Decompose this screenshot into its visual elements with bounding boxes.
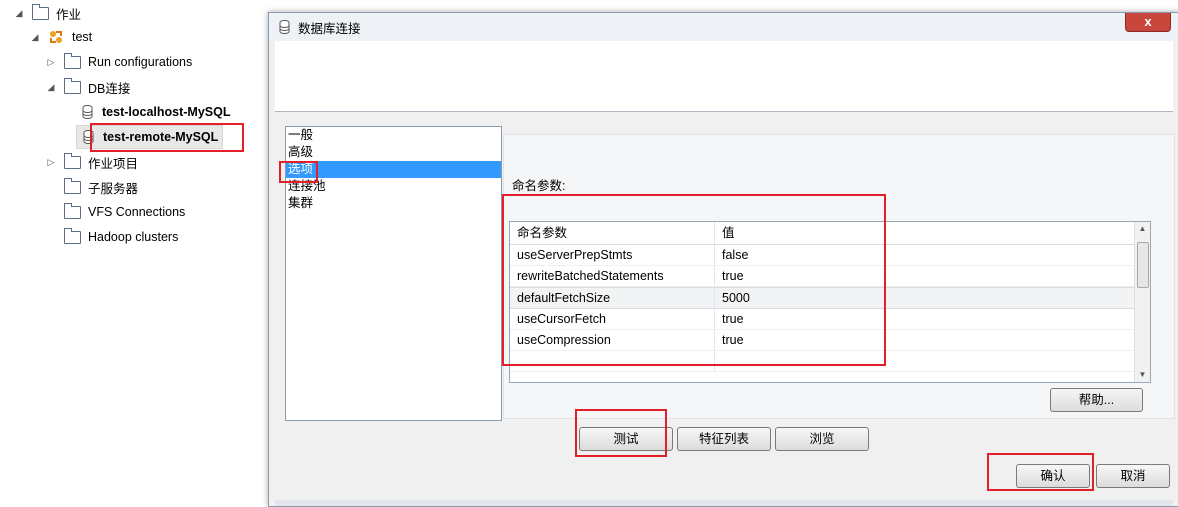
folder-icon — [64, 227, 81, 244]
folder-icon — [64, 152, 81, 169]
feature-list-button[interactable]: 特征列表 — [677, 427, 771, 451]
param-value-cell[interactable]: true — [715, 266, 1150, 286]
table-row[interactable]: rewriteBatchedStatements true — [510, 266, 1150, 287]
table-scrollbar[interactable]: ▲ ▼ — [1134, 222, 1150, 382]
dialog-titlebar[interactable]: 数据库连接 x — [269, 13, 1178, 41]
scroll-thumb[interactable] — [1137, 242, 1149, 288]
tree-item-label: 作业项目 — [88, 156, 139, 171]
tree-item-label: Run configurations — [88, 55, 193, 69]
tree-item-root[interactable]: ◢ 作业 — [14, 2, 81, 24]
tree-item-label: 作业 — [56, 7, 82, 22]
nav-item-advanced[interactable]: 高级 — [286, 144, 501, 161]
scroll-up-icon[interactable]: ▲ — [1135, 222, 1150, 236]
table-row-empty[interactable] — [510, 351, 1150, 372]
param-name-cell[interactable]: defaultFetchSize — [510, 288, 715, 308]
column-header-param[interactable]: 命名参数 — [510, 222, 715, 244]
expand-arrow-icon[interactable]: ◢ — [14, 8, 24, 19]
param-value-cell[interactable]: true — [715, 309, 1150, 329]
ok-button[interactable]: 确认 — [1016, 464, 1090, 488]
nav-item-pooling[interactable]: 连接池 — [286, 178, 501, 195]
folder-icon — [64, 77, 81, 94]
table-row[interactable]: useCompression true — [510, 330, 1150, 351]
tree-item-db-remote[interactable]: test-remote-MySQL — [76, 125, 224, 149]
folder-icon — [64, 52, 81, 69]
tree-item-label: Hadoop clusters — [88, 230, 179, 244]
column-header-value[interactable]: 值 — [715, 222, 1150, 244]
dialog-title: 数据库连接 — [298, 21, 361, 36]
transformation-icon — [48, 29, 64, 45]
tree-item-label: test — [72, 30, 93, 44]
param-value-cell[interactable]: true — [715, 330, 1150, 350]
test-button[interactable]: 测试 — [579, 427, 673, 451]
nav-item-cluster[interactable]: 集群 — [286, 195, 501, 212]
folder-icon — [64, 177, 81, 194]
tree-item-job-items[interactable]: ▷ 作业项目 — [46, 151, 138, 173]
tree-item-label: test-localhost-MySQL — [102, 105, 231, 119]
table-row[interactable]: defaultFetchSize 5000 — [510, 287, 1150, 309]
expand-arrow-icon[interactable]: ◢ — [46, 82, 56, 93]
collapse-arrow-icon[interactable]: ▷ — [46, 157, 56, 168]
database-icon — [83, 130, 94, 144]
tree-item-hadoop[interactable]: Hadoop clusters — [46, 226, 178, 248]
browse-button[interactable]: 浏览 — [775, 427, 869, 451]
nav-item-options[interactable]: 选项 — [286, 161, 501, 178]
expand-arrow-icon[interactable]: ◢ — [30, 32, 40, 43]
options-panel: 命名参数: 命名参数 值 useServerPrepStmts false re… — [503, 134, 1175, 419]
table-row[interactable]: useCursorFetch true — [510, 309, 1150, 330]
nav-item-general[interactable]: 一般 — [286, 127, 501, 144]
param-name-cell[interactable]: useServerPrepStmts — [510, 245, 715, 265]
database-icon — [82, 105, 93, 119]
repository-tree: ◢ 作业 ◢ test ▷ Run configurations ◢ DB连接 … — [0, 0, 268, 505]
close-button[interactable]: x — [1125, 13, 1171, 32]
params-label: 命名参数: — [512, 179, 566, 193]
tree-item-label: 子服务器 — [88, 181, 139, 196]
tree-item-db-connections[interactable]: ◢ DB连接 — [46, 76, 130, 98]
param-value-cell[interactable]: false — [715, 245, 1150, 265]
params-table[interactable]: 命名参数 值 useServerPrepStmts false rewriteB… — [509, 221, 1151, 383]
param-value-cell[interactable]: 5000 — [715, 288, 1150, 308]
folder-icon — [64, 202, 81, 219]
param-name-cell[interactable]: useCursorFetch — [510, 309, 715, 329]
tree-item-db-local[interactable]: test-localhost-MySQL — [76, 101, 231, 123]
tree-item-sub-servers[interactable]: 子服务器 — [46, 176, 138, 198]
database-icon — [279, 20, 290, 34]
tree-item-label: DB连接 — [88, 81, 131, 96]
database-connection-dialog: 数据库连接 x 一般 高级 选项 连接池 集群 命名参数: 命名参数 值 use… — [268, 12, 1178, 507]
table-header: 命名参数 值 — [510, 222, 1150, 245]
cancel-button[interactable]: 取消 — [1096, 464, 1170, 488]
param-name-cell[interactable]: rewriteBatchedStatements — [510, 266, 715, 286]
tree-item-label: test-remote-MySQL — [103, 130, 219, 144]
dialog-header-area — [275, 41, 1173, 112]
tree-item-label: VFS Connections — [88, 205, 186, 219]
tree-item-vfs[interactable]: VFS Connections — [46, 201, 185, 223]
tree-item-run-configurations[interactable]: ▷ Run configurations — [46, 51, 192, 73]
collapse-arrow-icon[interactable]: ▷ — [46, 57, 56, 68]
dialog-bottom-edge — [275, 500, 1173, 506]
settings-category-list[interactable]: 一般 高级 选项 连接池 集群 — [285, 126, 502, 421]
tree-item-test[interactable]: ◢ test — [30, 26, 93, 48]
param-name-cell[interactable]: useCompression — [510, 330, 715, 350]
scroll-down-icon[interactable]: ▼ — [1135, 368, 1150, 382]
table-row[interactable]: useServerPrepStmts false — [510, 245, 1150, 266]
help-button[interactable]: 帮助... — [1050, 388, 1143, 412]
folder-icon — [32, 3, 49, 20]
